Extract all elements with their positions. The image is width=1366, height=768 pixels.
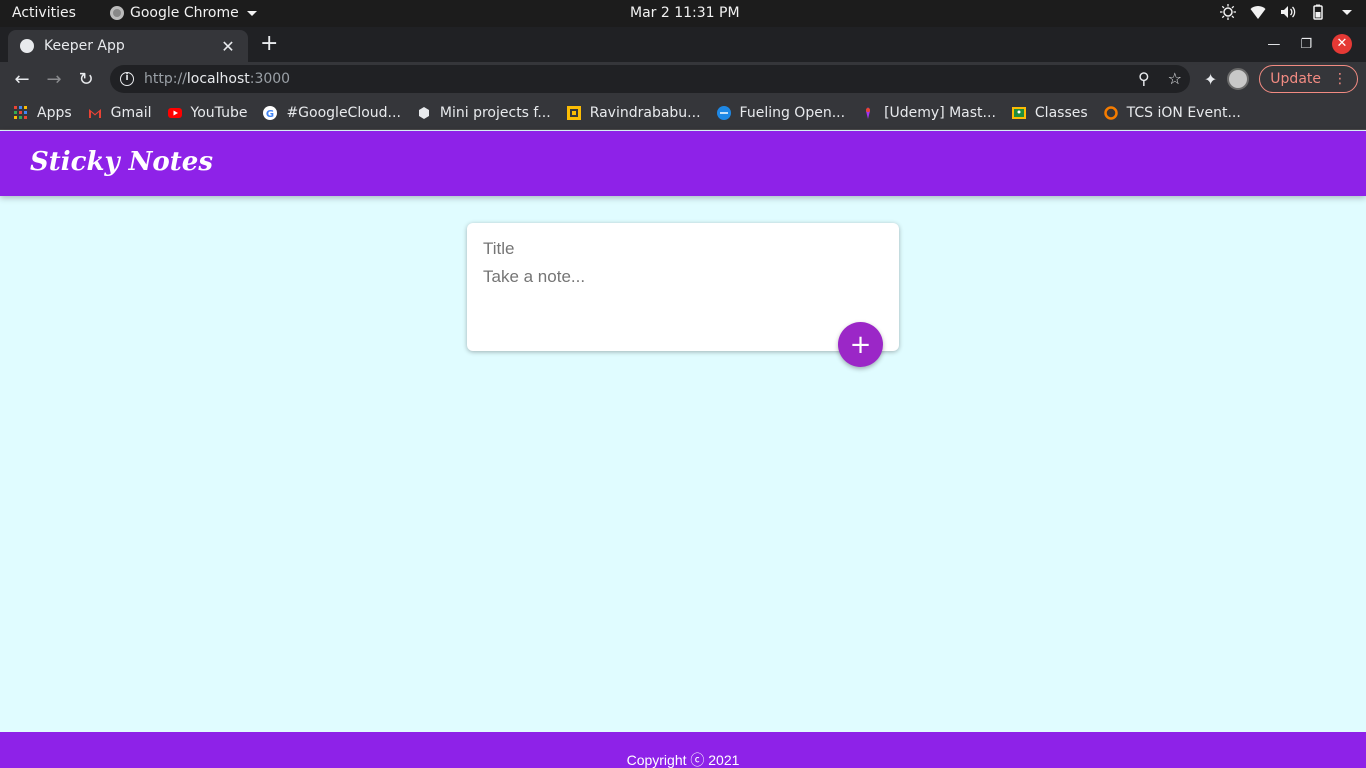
note-content-textarea[interactable] <box>483 267 883 327</box>
bookmark-tcs-ion[interactable]: TCS iON Event... <box>1103 104 1241 121</box>
classroom-icon <box>1011 106 1026 119</box>
window-close-icon[interactable]: ✕ <box>1332 34 1352 54</box>
bookmark-ravindrababu[interactable]: Ravindrababu... <box>566 104 701 121</box>
back-arrow-icon[interactable]: ← <box>6 69 38 90</box>
url-scheme: http:// <box>144 71 187 87</box>
ravindrababu-icon <box>566 105 581 120</box>
bookmark-classes[interactable]: Classes <box>1011 104 1088 121</box>
os-top-bar: Activities Google Chrome Mar 2 11:31 PM <box>0 0 1366 27</box>
bookmark-apps[interactable]: Apps <box>14 105 72 121</box>
bookmark-label: Ravindrababu... <box>589 104 701 121</box>
bookmark-udemy[interactable]: [Udemy] Mast... <box>861 105 996 121</box>
youtube-icon <box>167 107 182 118</box>
clock[interactable]: Mar 2 11:31 PM <box>630 5 740 21</box>
bookmarks-bar: Apps Gmail YouTube G #GoogleCloud... Min… <box>0 96 1366 130</box>
apps-grid-icon <box>14 105 27 119</box>
app-footer: Copyright ⓒ 2021 <box>0 732 1366 768</box>
app-menu-label: Google Chrome <box>130 5 239 21</box>
globe-icon <box>20 39 34 53</box>
bookmark-label: YouTube <box>190 104 248 121</box>
brightness-icon <box>1220 4 1236 20</box>
bookmark-googlecloud[interactable]: G #GoogleCloud... <box>263 104 401 121</box>
minimize-icon[interactable]: — <box>1267 37 1280 52</box>
restore-icon[interactable]: ❐ <box>1300 37 1312 52</box>
add-note-button[interactable]: + <box>838 322 883 367</box>
bookmark-mini-projects[interactable]: Mini projects f... <box>417 105 551 121</box>
new-tab-button[interactable]: + <box>260 33 278 55</box>
bookmark-fueling[interactable]: Fueling Open... <box>716 104 846 121</box>
address-bar[interactable]: i http://localhost:3000 ⚲ ☆ <box>110 65 1190 93</box>
zoom-icon[interactable]: ⚲ <box>1138 69 1150 88</box>
bookmark-youtube[interactable]: YouTube <box>167 104 248 121</box>
bookmark-label: [Udemy] Mast... <box>884 104 996 121</box>
profile-avatar-icon[interactable] <box>1227 68 1250 90</box>
fueling-icon <box>716 105 731 120</box>
app-title: Sticky Notes <box>30 147 213 177</box>
extensions-puzzle-icon[interactable]: ✦ <box>1204 70 1217 89</box>
url-host: localhost <box>186 71 250 87</box>
wifi-icon <box>1250 6 1266 19</box>
note-title-input[interactable] <box>483 239 883 259</box>
kebab-menu-icon: ⋮ <box>1333 71 1347 87</box>
info-icon[interactable]: i <box>120 72 134 86</box>
chevron-down-icon <box>246 10 257 16</box>
bookmark-label: Gmail <box>110 104 152 121</box>
svg-text:G: G <box>266 109 274 120</box>
browser-toolbar: ← → ↻ i http://localhost:3000 ⚲ ☆ ✦ Upda… <box>0 62 1366 96</box>
copyright-text: Copyright ⓒ 2021 <box>626 752 740 768</box>
gmail-icon <box>88 108 101 118</box>
app-menu[interactable]: Google Chrome <box>110 5 257 21</box>
chrome-icon <box>110 6 124 20</box>
bookmark-label: Apps <box>37 104 72 121</box>
activities-button[interactable]: Activities <box>12 5 76 21</box>
create-note-form <box>467 223 899 351</box>
tab-title: Keeper App <box>44 38 125 54</box>
forward-arrow-icon[interactable]: → <box>38 69 70 90</box>
chevron-down-icon <box>1342 9 1352 15</box>
battery-icon <box>1313 4 1323 20</box>
browser-tab[interactable]: Keeper App ✕ <box>8 30 248 62</box>
close-icon[interactable]: ✕ <box>220 37 236 56</box>
app-header: Sticky Notes <box>0 131 1366 196</box>
window-controls: — ❐ ✕ <box>1267 34 1352 54</box>
toolbar-actions: ✦ Update ⋮ <box>1204 65 1358 93</box>
update-button[interactable]: Update ⋮ <box>1259 65 1358 93</box>
google-icon: G <box>263 105 278 120</box>
volume-icon <box>1281 6 1296 18</box>
bookmark-label: Classes <box>1034 104 1088 121</box>
bookmark-label: Fueling Open... <box>739 104 846 121</box>
system-tray[interactable] <box>1220 4 1352 20</box>
tcs-icon <box>1103 105 1118 120</box>
star-icon[interactable]: ☆ <box>1168 69 1182 88</box>
update-label: Update <box>1270 71 1321 87</box>
bookmark-label: TCS iON Event... <box>1126 104 1241 121</box>
reload-icon[interactable]: ↻ <box>70 69 102 90</box>
bookmark-label: #GoogleCloud... <box>286 104 401 121</box>
url-port: :3000 <box>249 71 291 87</box>
bookmark-label: Mini projects f... <box>439 104 551 121</box>
cube-icon <box>418 106 429 119</box>
tab-strip: Keeper App ✕ + — ❐ ✕ <box>0 27 1366 62</box>
udemy-icon <box>866 106 871 119</box>
bookmark-gmail[interactable]: Gmail <box>88 105 152 121</box>
